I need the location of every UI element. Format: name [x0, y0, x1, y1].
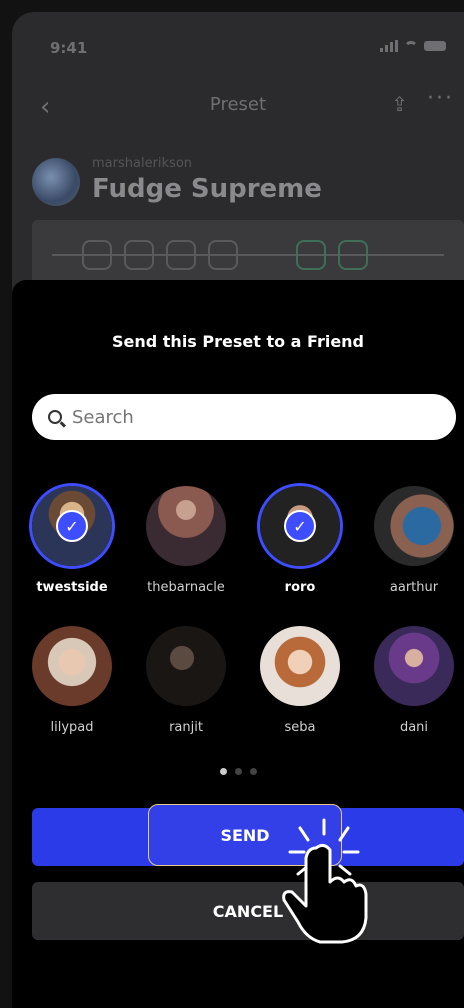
status-bar: 9:41 — [50, 38, 446, 62]
avatar[interactable] — [146, 626, 226, 706]
friend-name: ranjit — [169, 720, 203, 735]
friend-item[interactable]: ✓ twestside — [22, 486, 122, 595]
friend-name: thebarnacle — [147, 580, 225, 595]
chain-node-icon[interactable] — [124, 240, 154, 270]
hand-pointer-icon — [282, 818, 368, 944]
more-icon[interactable]: ··· — [427, 86, 454, 111]
friend-item[interactable]: dani — [364, 626, 464, 735]
avatar[interactable]: ✓ — [260, 486, 340, 566]
share-icon[interactable]: ⇪ — [391, 92, 408, 116]
creator-avatar[interactable] — [32, 158, 80, 206]
avatar[interactable] — [32, 626, 112, 706]
check-icon: ✓ — [284, 510, 316, 542]
page-dot[interactable] — [219, 768, 227, 775]
chain-node-icon[interactable] — [82, 240, 112, 270]
friend-item[interactable]: ranjit — [136, 626, 236, 735]
avatar[interactable] — [260, 626, 340, 706]
friend-item[interactable]: thebarnacle — [136, 486, 236, 595]
avatar[interactable] — [146, 486, 226, 566]
check-icon: ✓ — [56, 510, 88, 542]
friend-name: aarthur — [389, 580, 439, 595]
friend-item[interactable]: ✓ roro — [250, 486, 350, 595]
friend-name: twestside — [36, 580, 108, 595]
friend-item[interactable]: aarthur — [364, 486, 464, 595]
friend-item[interactable]: lilypad — [22, 626, 122, 735]
creator-header: marshalerikson Fudge Supreme — [32, 152, 464, 212]
battery-icon — [424, 41, 446, 51]
avatar[interactable] — [374, 626, 454, 706]
cancel-button[interactable]: CANCEL — [32, 882, 464, 940]
friend-item[interactable]: seba — [250, 626, 350, 735]
preset-name: Fudge Supreme — [92, 174, 322, 204]
page-dot[interactable] — [249, 768, 257, 775]
chain-node-icon[interactable] — [208, 240, 238, 270]
chain-node-icon[interactable] — [296, 240, 326, 270]
friend-name: seba — [284, 720, 316, 735]
signal-icon — [380, 40, 398, 52]
status-icons — [380, 40, 446, 52]
pagination-dots[interactable] — [12, 768, 464, 775]
send-preset-sheet: Send this Preset to a Friend ✓ twestside… — [12, 280, 464, 1008]
nav-bar: ‹ Preset ⇪ ··· — [12, 82, 464, 132]
friend-name: roro — [284, 580, 316, 595]
friend-name: dani — [399, 720, 429, 735]
status-time: 9:41 — [50, 39, 88, 57]
avatar[interactable] — [374, 486, 454, 566]
search-icon — [48, 410, 62, 424]
sheet-title: Send this Preset to a Friend — [111, 332, 365, 351]
creator-handle[interactable]: marshalerikson — [92, 156, 192, 171]
page-dot[interactable] — [234, 768, 242, 775]
friend-name: lilypad — [50, 720, 94, 735]
search-input[interactable] — [72, 406, 392, 428]
search-field[interactable] — [32, 394, 456, 440]
chain-node-icon[interactable] — [166, 240, 196, 270]
wifi-icon — [404, 41, 418, 51]
chain-node-icon[interactable] — [338, 240, 368, 270]
avatar[interactable]: ✓ — [32, 486, 112, 566]
